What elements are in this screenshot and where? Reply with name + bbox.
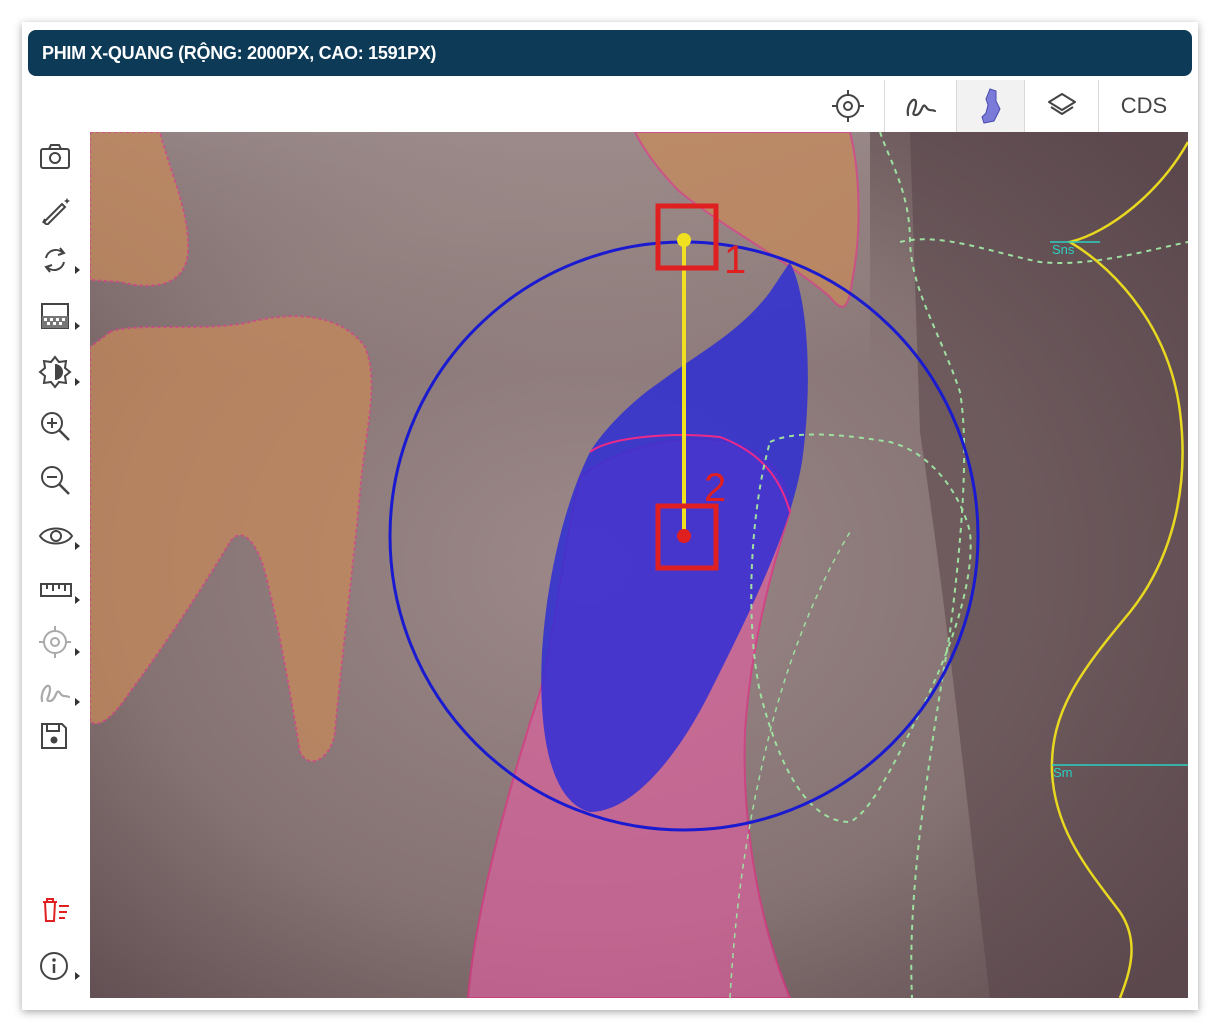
layers-button[interactable] <box>1024 80 1099 132</box>
info-icon <box>40 952 68 980</box>
top-toolbar: CDS <box>22 80 1192 132</box>
target-icon <box>39 626 71 658</box>
cds-label: CDS <box>1120 93 1168 118</box>
contrast-grid-button[interactable] <box>32 296 84 336</box>
xray-panel: PHIM X-QUANG (RỘNG: 2000PX, CAO: 1591PX) <box>22 22 1198 1010</box>
ruler-button[interactable] <box>32 570 84 610</box>
measurement-point-1[interactable] <box>677 233 691 247</box>
xray-viewer[interactable]: Sns Sm 1 2 <box>90 132 1188 998</box>
brightness-icon <box>38 355 72 389</box>
submenu-caret <box>75 378 80 386</box>
curve-icon <box>906 98 937 117</box>
layers-icon <box>1048 93 1076 115</box>
landmark-label-top: Sns <box>1052 242 1075 257</box>
contrast-grid-icon <box>41 303 69 329</box>
zoom-in-button[interactable] <box>32 406 84 446</box>
zoom-out-button[interactable] <box>32 460 84 500</box>
curve-side-button[interactable] <box>32 672 84 712</box>
submenu-caret <box>75 596 80 604</box>
submenu-caret <box>75 648 80 656</box>
landmark-label-bottom: Sm <box>1053 765 1073 780</box>
snapshot-button[interactable] <box>32 136 84 176</box>
target-button[interactable] <box>812 80 884 132</box>
save-icon <box>41 723 67 749</box>
target-icon <box>832 90 864 122</box>
curve-icon <box>40 684 71 703</box>
visibility-button[interactable] <box>32 516 84 556</box>
camera-icon <box>40 144 70 169</box>
delete-list-icon <box>43 898 69 922</box>
rotate-button[interactable] <box>32 240 84 280</box>
delete-annotations-button[interactable] <box>32 890 84 930</box>
magic-pen-icon <box>42 198 70 225</box>
submenu-caret <box>75 698 80 706</box>
tooth-icon <box>981 88 1001 124</box>
eye-icon <box>38 527 74 545</box>
zoom-out-icon <box>41 466 70 495</box>
measurement-point-2[interactable] <box>677 529 691 543</box>
target-side-button[interactable] <box>32 622 84 662</box>
rotate-icon <box>44 247 66 273</box>
left-toolbar <box>22 132 91 998</box>
annotation-label-1: 1 <box>724 238 747 282</box>
save-button[interactable] <box>32 716 84 756</box>
submenu-caret <box>75 266 80 274</box>
submenu-caret <box>75 972 80 980</box>
magic-pen-button[interactable] <box>32 190 84 230</box>
curve-button[interactable] <box>884 80 957 132</box>
submenu-caret <box>75 322 80 330</box>
cds-button[interactable]: CDS <box>1098 80 1189 132</box>
submenu-caret <box>75 542 80 550</box>
window-title: PHIM X-QUANG (RỘNG: 2000PX, CAO: 1591PX) <box>28 30 1192 76</box>
brightness-button[interactable] <box>32 352 84 392</box>
xray-canvas: Sns Sm <box>90 132 1188 998</box>
zoom-in-icon <box>41 412 70 441</box>
info-button[interactable] <box>32 946 84 986</box>
annotation-label-2: 2 <box>704 466 727 510</box>
tooth-mask-button[interactable] <box>956 80 1025 132</box>
ruler-icon <box>40 583 72 597</box>
